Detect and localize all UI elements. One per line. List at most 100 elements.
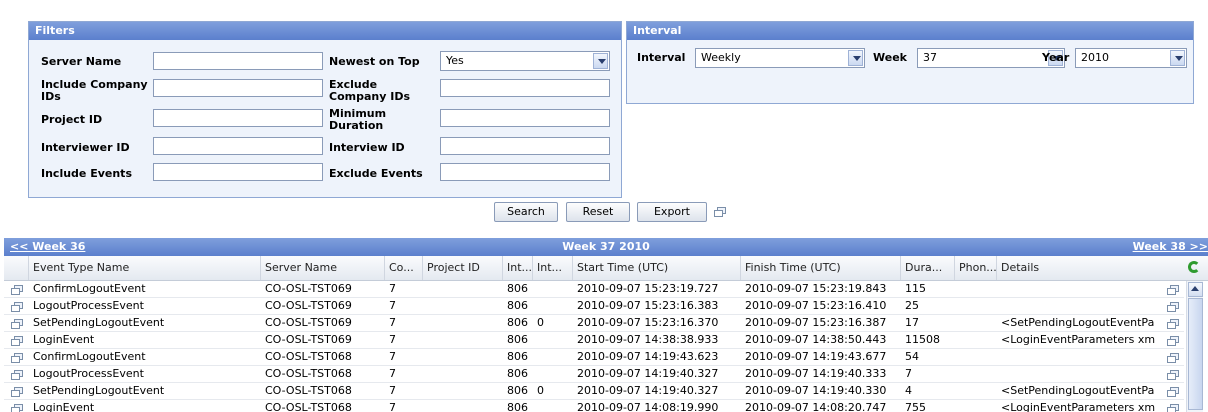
- project-id-input[interactable]: [153, 109, 323, 127]
- cell-interview: [537, 349, 572, 365]
- export-button[interactable]: Export: [637, 202, 707, 222]
- year-select[interactable]: 2010: [1075, 48, 1187, 68]
- table-row[interactable]: LogoutProcessEvent CO-OSL-TST068 7 806 2010-…: [4, 366, 1184, 383]
- interviewer-id-input[interactable]: [153, 137, 323, 155]
- cell-duration: 7: [905, 367, 912, 380]
- column-header-finish-time[interactable]: Finish Time (UTC): [740, 256, 900, 280]
- refresh-icon[interactable]: [1188, 261, 1200, 273]
- scroll-thumb[interactable]: [1188, 298, 1203, 410]
- column-header-event-type-name[interactable]: Event Type Name: [28, 256, 260, 280]
- table-row[interactable]: ConfirmLogoutEvent CO-OSL-TST068 7 806 2010-…: [4, 349, 1184, 366]
- open-row-icon[interactable]: [11, 336, 23, 346]
- week-label: Week: [873, 51, 907, 64]
- details-popup-icon[interactable]: [1167, 302, 1179, 312]
- search-button[interactable]: Search: [494, 202, 558, 222]
- table-row[interactable]: LoginEvent CO-OSL-TST069 7 806 2010-09-07 14…: [4, 332, 1184, 349]
- cell-project-id: [427, 349, 502, 365]
- new-window-icon[interactable]: [714, 207, 726, 217]
- next-week-link[interactable]: Week 38 >>: [1133, 238, 1208, 256]
- cell-finish-time: 2010-09-07 15:23:16.387: [745, 316, 887, 329]
- column-header-start-time[interactable]: Start Time (UTC): [572, 256, 740, 280]
- cell-company: 7: [389, 299, 396, 312]
- interview-id-input[interactable]: [440, 137, 610, 155]
- cell-finish-time: 2010-09-07 14:08:20.747: [745, 401, 887, 412]
- column-header-phone[interactable]: Phon...: [954, 256, 996, 280]
- exclude-company-ids-input[interactable]: [440, 79, 610, 97]
- table-row[interactable]: SetPendingLogoutEvent CO-OSL-TST068 7 806 0 2…: [4, 383, 1184, 400]
- include-events-label: Include Events: [41, 167, 132, 180]
- grid-body: ConfirmLogoutEvent CO-OSL-TST069 7 806 2010-…: [4, 281, 1184, 412]
- details-popup-icon[interactable]: [1167, 285, 1179, 295]
- details-popup-icon[interactable]: [1167, 353, 1179, 363]
- open-row-icon[interactable]: [11, 353, 23, 363]
- minimum-duration-label: Minimum Duration: [329, 107, 387, 132]
- cell-start-time: 2010-09-07 14:38:38.933: [577, 333, 719, 346]
- cell-start-time: 2010-09-07 15:23:19.727: [577, 282, 719, 295]
- include-company-ids-input[interactable]: [153, 79, 323, 97]
- table-row[interactable]: ConfirmLogoutEvent CO-OSL-TST069 7 806 2010-…: [4, 281, 1184, 298]
- details-popup-icon[interactable]: [1167, 336, 1179, 346]
- column-header-interview[interactable]: Int...: [532, 256, 572, 280]
- cell-interview: [537, 298, 572, 314]
- table-row[interactable]: SetPendingLogoutEvent CO-OSL-TST069 7 806 0 2…: [4, 315, 1184, 332]
- open-row-icon[interactable]: [11, 370, 23, 380]
- interval-select[interactable]: Weekly: [695, 48, 865, 68]
- cell-finish-time: 2010-09-07 14:38:50.443: [745, 333, 887, 346]
- cell-company: 7: [389, 350, 396, 363]
- cell-phone: [959, 281, 996, 297]
- chevron-down-icon[interactable]: [593, 53, 608, 69]
- cell-company: 7: [389, 333, 396, 346]
- cell-duration: 17: [905, 316, 919, 329]
- table-row[interactable]: LogoutProcessEvent CO-OSL-TST069 7 806 2010-…: [4, 298, 1184, 315]
- open-row-icon[interactable]: [11, 404, 23, 412]
- column-header-server-name[interactable]: Server Name: [260, 256, 384, 280]
- cell-interviewer: 806: [507, 316, 528, 329]
- vertical-scrollbar[interactable]: [1186, 281, 1203, 412]
- cell-start-time: 2010-09-07 14:19:43.623: [577, 350, 719, 363]
- newest-on-top-select[interactable]: Yes: [440, 51, 610, 71]
- chevron-down-icon[interactable]: [1170, 50, 1185, 66]
- week-value: 37: [923, 51, 937, 64]
- column-header-duration[interactable]: Dura...: [900, 256, 954, 280]
- cell-finish-time: 2010-09-07 14:19:43.677: [745, 350, 887, 363]
- minimum-duration-input[interactable]: [440, 109, 610, 127]
- events-grid: Event Type Name Server Name Co... Project I…: [4, 256, 1208, 412]
- cell-project-id: [427, 383, 502, 399]
- column-header-details[interactable]: Details: [996, 256, 1166, 280]
- project-id-label: Project ID: [41, 113, 103, 126]
- open-row-icon[interactable]: [11, 302, 23, 312]
- cell-interviewer: 806: [507, 367, 528, 380]
- details-popup-icon[interactable]: [1167, 319, 1179, 329]
- column-header-project-id[interactable]: Project ID: [422, 256, 502, 280]
- include-events-input[interactable]: [153, 163, 323, 181]
- cell-finish-time: 2010-09-07 14:19:40.330: [745, 384, 887, 397]
- column-header-company[interactable]: Co...: [384, 256, 422, 280]
- interview-id-label: Interview ID: [329, 141, 405, 154]
- cell-phone: [959, 400, 996, 412]
- cell-start-time: 2010-09-07 15:23:16.370: [577, 316, 719, 329]
- details-popup-icon[interactable]: [1167, 404, 1179, 412]
- cell-phone: [959, 315, 996, 331]
- interviewer-id-label: Interviewer ID: [41, 141, 130, 154]
- details-popup-icon[interactable]: [1167, 387, 1179, 397]
- table-row[interactable]: LoginEvent CO-OSL-TST068 7 806 2010-09-07 14…: [4, 400, 1184, 412]
- details-popup-icon[interactable]: [1167, 370, 1179, 380]
- chevron-down-icon[interactable]: [848, 50, 863, 66]
- cell-project-id: [427, 366, 502, 382]
- reset-button[interactable]: Reset: [566, 202, 630, 222]
- open-row-icon[interactable]: [11, 285, 23, 295]
- column-header-interviewer[interactable]: Int...: [502, 256, 532, 280]
- cell-server-name: CO-OSL-TST069: [265, 282, 352, 295]
- previous-week-link[interactable]: << Week 36: [10, 238, 85, 256]
- scroll-up-icon[interactable]: [1188, 282, 1203, 297]
- server-name-input[interactable]: [153, 52, 323, 70]
- cell-duration: 115: [905, 282, 926, 295]
- cell-details: [1001, 298, 1166, 314]
- open-row-icon[interactable]: [11, 319, 23, 329]
- open-row-icon[interactable]: [11, 387, 23, 397]
- cell-start-time: 2010-09-07 15:23:16.383: [577, 299, 719, 312]
- cell-server-name: CO-OSL-TST068: [265, 367, 352, 380]
- exclude-events-input[interactable]: [440, 163, 610, 181]
- cell-interviewer: 806: [507, 384, 528, 397]
- cell-phone: [959, 332, 996, 348]
